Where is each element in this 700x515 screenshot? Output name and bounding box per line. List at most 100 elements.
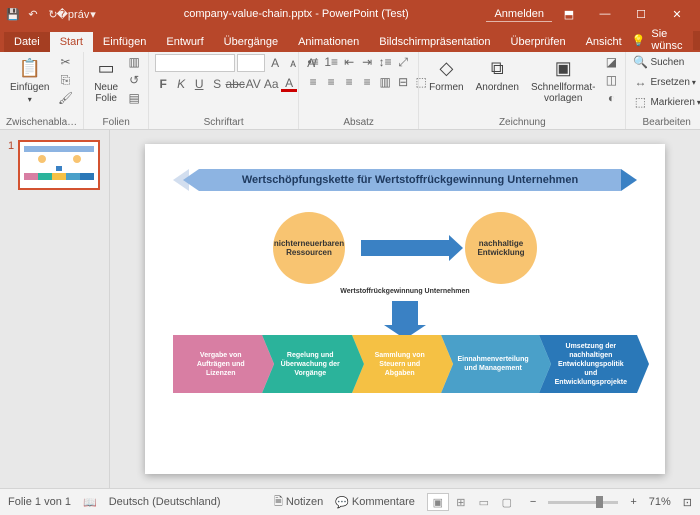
align-right-icon[interactable]: ≡ — [341, 74, 357, 90]
group-paragraph: •≡ 1≡ ⇤ ⇥ ↕≡ ⤢ ≡ ≡ ≡ ≡ ▥ ⊟ ⬚ Absatz — [299, 52, 419, 129]
process-step[interactable]: Umsetzung der nachhaltigen Entwicklungsp… — [539, 335, 637, 393]
justify-icon[interactable]: ≡ — [359, 74, 375, 90]
section-icon[interactable]: ▤ — [126, 90, 142, 106]
replace-button[interactable]: ↔Ersetzen▾ — [632, 74, 700, 90]
cut-icon[interactable]: ✂ — [57, 54, 73, 70]
new-slide-icon: ▭ — [94, 56, 118, 80]
shadow-icon[interactable]: S — [209, 76, 225, 92]
tab-home[interactable]: Start — [50, 32, 93, 52]
slide-counter[interactable]: Folie 1 von 1 — [8, 496, 71, 508]
zoom-level[interactable]: 71% — [649, 496, 671, 508]
line-spacing-icon[interactable]: ↕≡ — [377, 54, 393, 70]
share-button[interactable]: 👤 Freigeben — [693, 31, 700, 50]
process-chevrons[interactable]: Vergabe von Aufträgen und LizenzenRegelu… — [173, 335, 637, 393]
ribbon: 📋 Einfügen ▾ ✂ ⎘ 🖌 Zwischenabla… ▭ Neue … — [0, 52, 700, 130]
tab-view[interactable]: Ansicht — [576, 32, 632, 52]
bullets-icon[interactable]: •≡ — [305, 54, 321, 70]
italic-icon[interactable]: K — [173, 76, 189, 92]
tab-review[interactable]: Überprüfen — [501, 32, 576, 52]
sorter-view-icon[interactable]: ⊞ — [450, 493, 472, 511]
sign-in-link[interactable]: Anmelden — [486, 7, 552, 22]
layout-icon[interactable]: ▥ — [126, 54, 142, 70]
decrease-indent-icon[interactable]: ⇤ — [341, 54, 357, 70]
arrange-button[interactable]: ⧉ Anordnen — [472, 54, 523, 95]
tab-transitions[interactable]: Übergänge — [214, 32, 288, 52]
comments-icon: 💬 — [335, 496, 349, 509]
process-step[interactable]: Regelung und Überwachung der Vorgänge — [262, 335, 351, 393]
ribbon-options-icon[interactable]: ⬒ — [552, 0, 586, 28]
close-icon[interactable]: ✕ — [660, 0, 694, 28]
title-banner[interactable]: Wertschöpfungskette für Wertstoffrückgew… — [173, 166, 637, 194]
slideshow-view-icon[interactable]: ▢ — [496, 493, 518, 511]
shape-outline-icon[interactable]: ◫ — [603, 72, 619, 88]
shapes-button[interactable]: ◇ Formen — [425, 54, 467, 95]
reading-view-icon[interactable]: ▭ — [473, 493, 495, 511]
customize-qat-icon[interactable]: ▾ — [86, 7, 100, 21]
align-text-icon[interactable]: ⊟ — [395, 74, 411, 90]
slide-title: Wertschöpfungskette für Wertstoffrückgew… — [199, 169, 621, 191]
zoom-in-icon[interactable]: + — [630, 496, 636, 508]
shape-fill-icon[interactable]: ◪ — [603, 54, 619, 70]
save-icon[interactable]: 💾 — [6, 7, 20, 21]
tab-slideshow[interactable]: Bildschirmpräsentation — [369, 32, 500, 52]
thumbnail-pane[interactable]: 1 — [0, 130, 110, 488]
align-center-icon[interactable]: ≡ — [323, 74, 339, 90]
circle-development[interactable]: nachhaltige Entwicklung — [465, 212, 537, 284]
increase-indent-icon[interactable]: ⇥ — [359, 54, 375, 70]
new-slide-button[interactable]: ▭ Neue Folie — [90, 54, 122, 106]
quick-styles-button[interactable]: ▣ Schnellformat- vorlagen — [527, 54, 599, 106]
window-title: company-value-chain.pptx - PowerPoint (T… — [106, 8, 486, 20]
paste-button[interactable]: 📋 Einfügen ▾ — [6, 54, 53, 106]
maximize-icon[interactable]: ☐ — [624, 0, 658, 28]
group-editing: 🔍Suchen ↔Ersetzen▾ ⬚Markieren▾ Bearbeite… — [626, 52, 700, 129]
process-step[interactable]: Vergabe von Aufträgen und Lizenzen — [173, 335, 262, 393]
slide[interactable]: Wertschöpfungskette für Wertstoffrückgew… — [145, 144, 665, 474]
find-button[interactable]: 🔍Suchen — [632, 54, 700, 70]
bold-icon[interactable]: F — [155, 76, 171, 92]
zoom-slider[interactable] — [548, 501, 618, 504]
spacing-icon[interactable]: AV — [245, 76, 261, 92]
start-from-beginning-icon[interactable]: �práv — [66, 7, 80, 21]
group-label: Zwischenabla… — [6, 117, 77, 129]
font-size-input[interactable] — [237, 54, 265, 72]
increase-font-icon[interactable]: A — [267, 55, 283, 71]
slide-canvas-area[interactable]: Wertschöpfungskette für Wertstoffrückgew… — [110, 130, 700, 488]
font-color-icon[interactable]: A — [281, 76, 297, 92]
tab-file[interactable]: Datei — [4, 32, 50, 52]
numbering-icon[interactable]: 1≡ — [323, 54, 339, 70]
text-direction-icon[interactable]: ⤢ — [395, 54, 411, 70]
language-indicator[interactable]: Deutsch (Deutschland) — [109, 496, 221, 508]
down-arrow-icon[interactable] — [392, 301, 418, 325]
circle-resources[interactable]: nichterneuerbaren Ressourcen — [273, 212, 345, 284]
shape-effects-icon[interactable]: ◐ — [603, 90, 619, 106]
tab-design[interactable]: Entwurf — [156, 32, 213, 52]
format-painter-icon[interactable]: 🖌 — [57, 90, 73, 106]
process-step[interactable]: Einnahmenverteilung und Management — [441, 335, 538, 393]
strike-icon[interactable]: abc — [227, 76, 243, 92]
tab-animations[interactable]: Animationen — [288, 32, 369, 52]
spellcheck-icon[interactable]: 📖 — [83, 496, 97, 509]
slide-subtitle[interactable]: Wertstoffrückgewinnung Unternehmen — [173, 288, 637, 295]
underline-icon[interactable]: U — [191, 76, 207, 92]
align-left-icon[interactable]: ≡ — [305, 74, 321, 90]
copy-icon[interactable]: ⎘ — [57, 72, 73, 88]
fit-to-window-icon[interactable]: ⊡ — [683, 496, 692, 509]
comments-button[interactable]: 💬Kommentare — [335, 496, 415, 509]
group-label: Absatz — [305, 117, 412, 129]
tab-insert[interactable]: Einfügen — [93, 32, 156, 52]
undo-icon[interactable]: ↶ — [26, 7, 40, 21]
group-label: Bearbeiten — [632, 117, 700, 129]
select-button[interactable]: ⬚Markieren▾ — [632, 94, 700, 110]
columns-icon[interactable]: ▥ — [377, 74, 393, 90]
minimize-icon[interactable]: — — [588, 0, 622, 28]
process-step[interactable]: Sammlung von Steuern und Abgaben — [352, 335, 441, 393]
change-case-icon[interactable]: Aa — [263, 76, 279, 92]
slide-thumbnail[interactable] — [18, 140, 100, 190]
reset-icon[interactable]: ↺ — [126, 72, 142, 88]
tell-me-input[interactable]: Sie wünsc — [651, 28, 687, 52]
font-family-input[interactable] — [155, 54, 235, 72]
notes-button[interactable]: 🗎Notizen — [274, 493, 323, 512]
horizontal-arrow-icon[interactable] — [361, 240, 449, 256]
zoom-out-icon[interactable]: − — [530, 496, 536, 508]
normal-view-icon[interactable]: ▣ — [427, 493, 449, 511]
